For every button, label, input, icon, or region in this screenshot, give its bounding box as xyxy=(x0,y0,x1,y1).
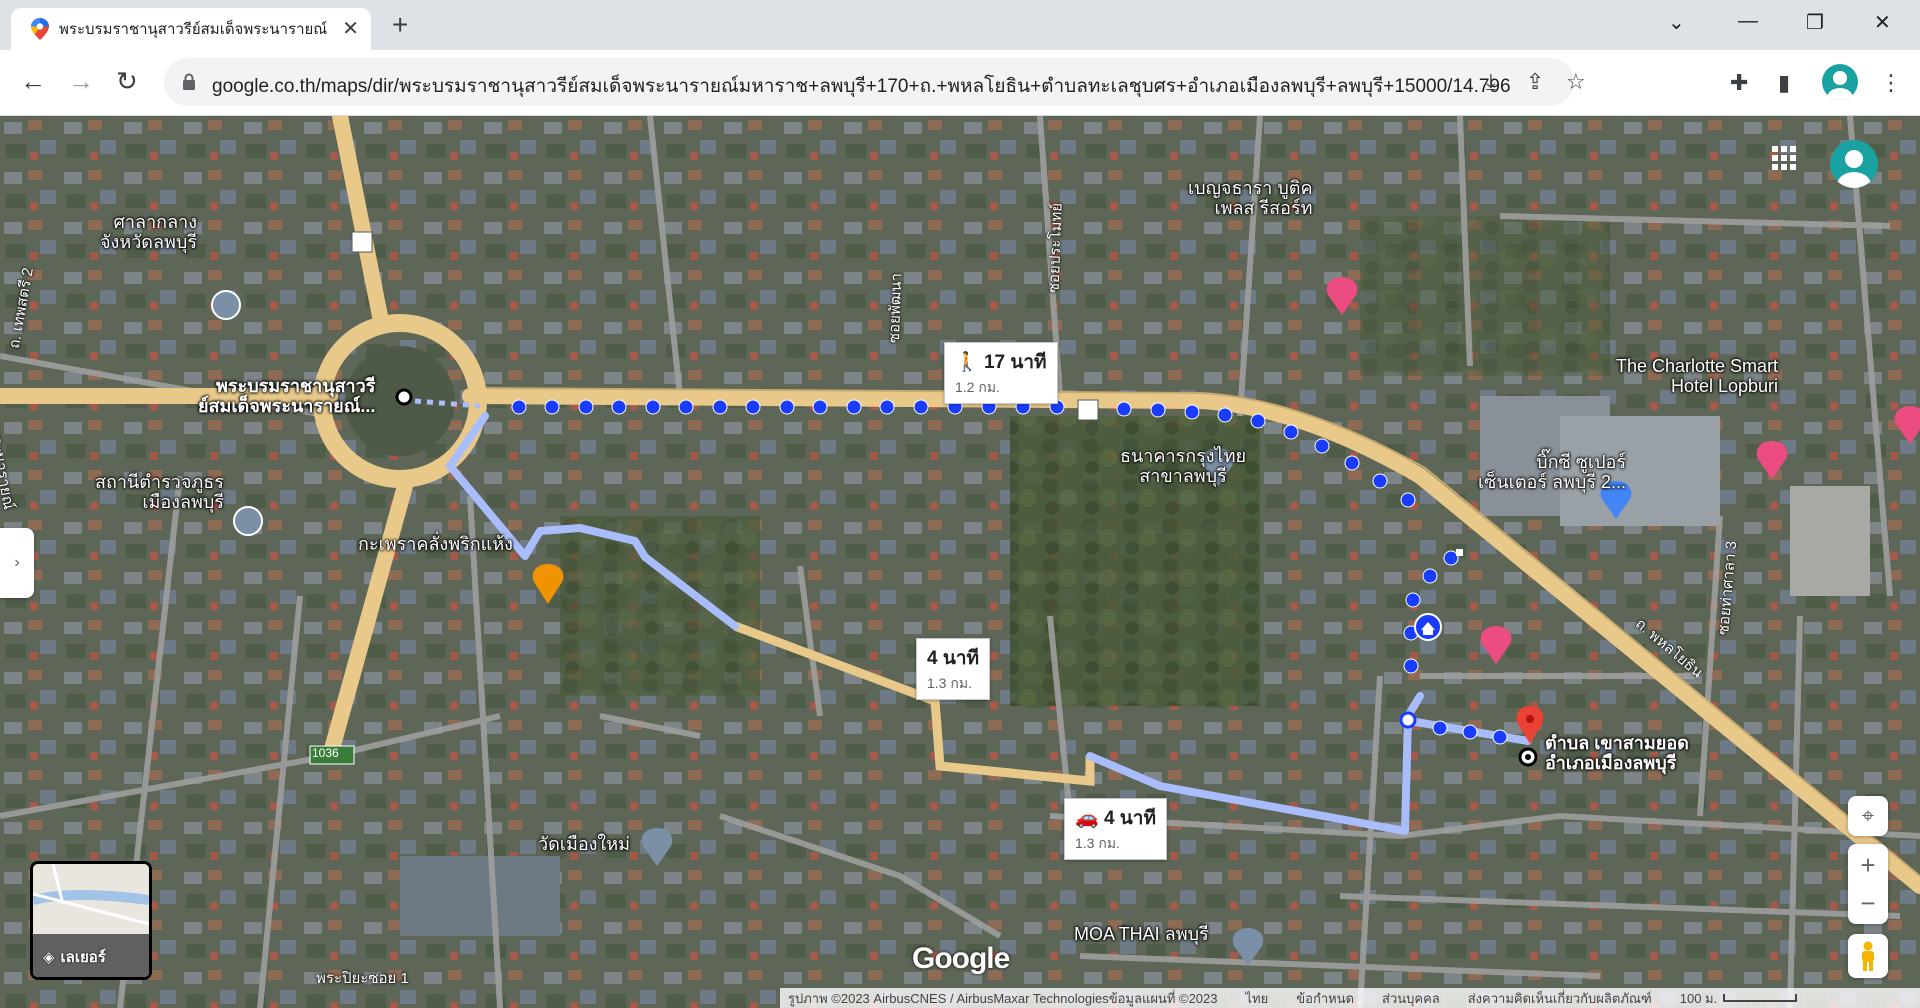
my-location-button[interactable]: ⌖ xyxy=(1848,796,1888,836)
scale-bar-graphic xyxy=(1723,994,1798,1002)
pegman-icon xyxy=(1862,941,1874,971)
bigc-label[interactable]: บิ๊กซี ซูเปอร์ เซ็นเตอร์ ลพบุรี 2... xyxy=(1478,452,1626,492)
close-window-icon[interactable]: ✕ xyxy=(1874,10,1891,35)
city-hall-label[interactable]: ศาลากลาง จังหวัดลพบุรี xyxy=(100,212,197,252)
temple-label[interactable]: วัดเมืองใหม่ xyxy=(538,834,630,854)
attribution-bar: รูปภาพ ©2023 AirbusCNES / AirbusMaxar Te… xyxy=(780,988,1920,1008)
minimize-icon[interactable]: — xyxy=(1738,10,1758,33)
profile-person-icon xyxy=(1827,71,1853,100)
side-panel-icon[interactable]: ▮ xyxy=(1778,70,1790,96)
feedback-link[interactable]: ส่งความคิดเห็นเกี่ยวกับผลิตภัณฑ์ xyxy=(1468,988,1652,1008)
car-icon: 🚗 xyxy=(1075,808,1099,829)
zoom-out-icon[interactable]: − xyxy=(1860,884,1875,922)
share-icon[interactable]: ⇪ xyxy=(1526,69,1544,95)
google-logo: Google xyxy=(912,942,1010,975)
bookmark-star-icon[interactable]: ☆ xyxy=(1566,69,1586,95)
url-text: google.co.th/maps/dir/พระบรมราชานุสาวรีย… xyxy=(212,76,1512,97)
forward-icon[interactable]: → xyxy=(68,68,94,94)
imagery-credit: รูปภาพ ©2023 AirbusCNES / AirbusMaxar Te… xyxy=(788,990,1218,1006)
lock-icon xyxy=(183,73,195,90)
road-label: ซอยพัฒนา xyxy=(885,272,906,344)
install-app-icon[interactable]: ⤓ xyxy=(1486,69,1496,95)
browser-toolbar: ← → ↻ google.co.th/maps/dir/พระบรมราชานุ… xyxy=(0,50,1920,116)
satellite-imagery xyxy=(0,116,1920,1008)
account-avatar[interactable] xyxy=(1830,140,1878,188)
restaurant-label[interactable]: กะเพราคลั่งพริกแห้ง xyxy=(358,534,513,554)
bank-label[interactable]: ธนาคารกรุงไทย สาขาลพบุรี xyxy=(1120,446,1246,486)
walk-icon: 🚶 xyxy=(955,352,979,373)
reload-icon[interactable]: ↻ xyxy=(116,68,138,94)
route2-info[interactable]: 4 นาที 1.3 กม. xyxy=(916,638,991,700)
hotel-label[interactable]: The Charlotte Smart Hotel Lopburi xyxy=(1616,356,1778,396)
tab-title: พระบรมราชานุสาวรีย์สมเด็จพระนารายณ์ xyxy=(59,21,328,38)
new-tab-icon[interactable]: + xyxy=(392,11,408,39)
restore-icon[interactable]: ❐ xyxy=(1806,10,1824,35)
tab-search-chevron-icon[interactable]: ⌄ xyxy=(1668,10,1685,35)
zoom-in-icon[interactable]: + xyxy=(1860,846,1875,884)
extensions-icon[interactable]: ✚ xyxy=(1730,70,1748,96)
tab-strip: พระบรมราชานุสาวรีย์สมเด็จพระนารายณ์ ✕ + … xyxy=(0,0,1920,50)
layers-button[interactable]: ◈ เลเยอร์ xyxy=(30,861,152,980)
terms-link[interactable]: ข้อกำหนด xyxy=(1296,988,1354,1008)
destination-label[interactable]: ตำบล เขาสามยอด อำเภอเมืองลพบุรี xyxy=(1545,733,1689,773)
road-label: ซอยประโมทย์ xyxy=(1045,202,1066,294)
moa-label[interactable]: MOA THAI ลพบุรี xyxy=(1074,924,1209,944)
expand-side-panel-button[interactable]: › xyxy=(0,528,34,598)
back-icon[interactable]: ← xyxy=(20,68,46,94)
street-view-pegman[interactable] xyxy=(1848,934,1888,978)
tab-close-icon[interactable]: ✕ xyxy=(342,19,359,39)
language-link[interactable]: ไทย xyxy=(1246,988,1269,1008)
zoom-controls: + − xyxy=(1848,844,1888,924)
walk-route-info[interactable]: 🚶 17 นาที 1.2 กม. xyxy=(944,342,1058,404)
profile-avatar[interactable] xyxy=(1822,64,1858,100)
menu-kebab-icon[interactable]: ⋮ xyxy=(1880,70,1902,96)
browser-tab[interactable]: พระบรมราชานุสาวรีย์สมเด็จพระนารายณ์ ✕ xyxy=(11,8,371,50)
map-canvas[interactable]: พระบรมราชานุสาวรี ย์สมเด็จพระนารายณ์... … xyxy=(0,116,1920,1008)
drive-route-info[interactable]: 🚗 4 นาที 1.3 กม. xyxy=(1064,798,1167,860)
chevron-right-icon: › xyxy=(14,554,20,571)
account-person-icon xyxy=(1837,150,1871,188)
police-station-label[interactable]: สถานีตำรวจภูธร เมืองลพบุรี xyxy=(95,472,224,512)
scale-bar[interactable]: 100 ม. xyxy=(1680,988,1798,1008)
address-bar[interactable]: google.co.th/maps/dir/พระบรมราชานุสาวรีย… xyxy=(164,58,1586,106)
google-maps-favicon-icon xyxy=(31,18,49,40)
resort-label[interactable]: เบญจธารา บูติค เพลส รีสอร์ท xyxy=(1188,178,1313,218)
privacy-link[interactable]: ส่วนบุคคล xyxy=(1382,988,1440,1008)
road-label: พระปิยะซอย 1 xyxy=(316,970,409,987)
google-apps-icon[interactable] xyxy=(1772,146,1796,170)
route-shield: 1036 xyxy=(312,746,339,760)
origin-label[interactable]: พระบรมราชานุสาวรี ย์สมเด็จพระนารายณ์... xyxy=(198,376,375,416)
layers-icon: ◈ xyxy=(43,949,55,966)
crosshair-icon: ⌖ xyxy=(1861,803,1875,828)
